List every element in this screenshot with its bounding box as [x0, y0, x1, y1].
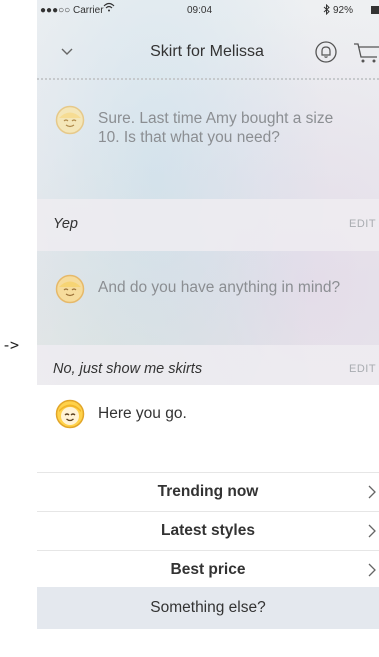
option-best-price[interactable]: Best price — [37, 550, 379, 588]
bot-message-text: Sure. Last time Amy bought a size 10. Is… — [98, 110, 334, 146]
wifi-icon — [103, 2, 115, 15]
chevron-down-icon[interactable] — [61, 46, 73, 58]
something-else-label: Something else? — [150, 599, 266, 616]
option-trending-now[interactable]: Trending now — [37, 472, 379, 510]
battery-percent: 92% — [333, 5, 354, 16]
assistant-avatar-icon — [55, 274, 85, 304]
edit-button[interactable]: EDIT — [349, 363, 376, 375]
option-label: Best price — [170, 561, 246, 578]
user-reply-row: Yep EDIT — [37, 199, 379, 251]
option-label: Trending now — [157, 483, 259, 500]
assistant-avatar-icon — [55, 399, 85, 429]
user-reply-text: No, just show me skirts — [53, 361, 203, 377]
flow-arrow: -> — [2, 336, 19, 354]
bot-message: And do you have anything in mind? — [37, 254, 379, 349]
bluetooth-icon — [323, 3, 330, 18]
nav-bar: Skirt for Melissa — [37, 22, 379, 80]
bot-message: Sure. Last time Amy bought a size 10. Is… — [37, 95, 379, 198]
chevron-right-icon — [368, 485, 376, 499]
cart-icon[interactable] — [353, 41, 379, 65]
option-label: Latest styles — [161, 522, 255, 539]
page-title: Skirt for Melissa — [150, 43, 264, 60]
bot-message-text: And do you have anything in mind? — [98, 279, 341, 296]
assistant-avatar-icon — [55, 105, 85, 135]
clock-time: 09:04 — [187, 5, 213, 16]
bell-icon[interactable] — [315, 41, 337, 63]
battery-icon — [371, 6, 379, 14]
phone-screen: ●●●○○ Carrier 09:04 92% Skirt for Meliss… — [37, 0, 379, 629]
user-reply-text: Yep — [53, 216, 78, 232]
status-bar: ●●●○○ Carrier 09:04 92% — [37, 0, 379, 22]
results-message: Here you go. — [98, 405, 187, 422]
chevron-right-icon — [368, 524, 376, 538]
option-latest-styles[interactable]: Latest styles — [37, 511, 379, 549]
edit-button[interactable]: EDIT — [349, 218, 376, 230]
carrier-label: ●●●○○ Carrier — [40, 5, 104, 16]
chevron-right-icon — [368, 563, 376, 577]
something-else-button[interactable]: Something else? — [37, 587, 379, 629]
